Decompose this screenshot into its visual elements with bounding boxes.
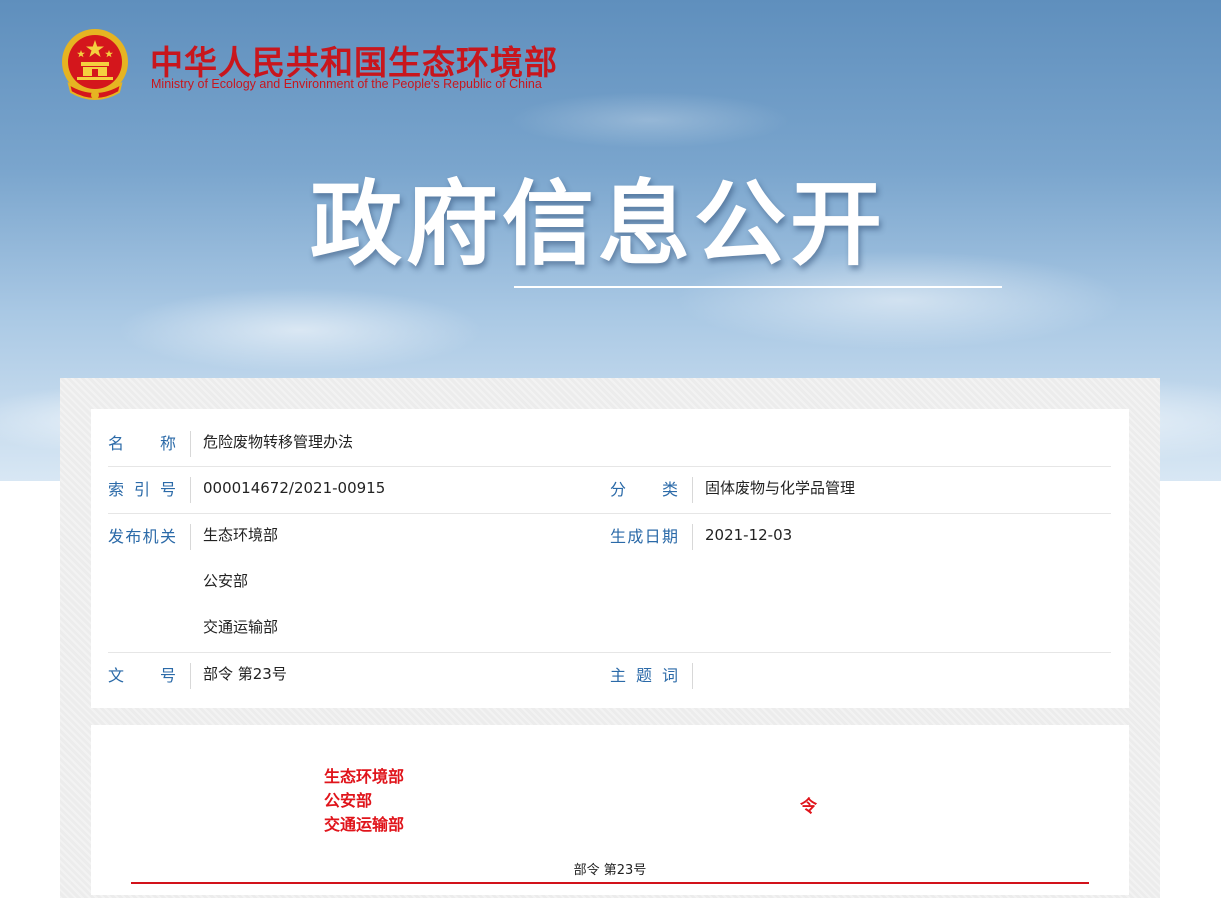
issuer-value-1: 生态环境部	[203, 526, 279, 544]
issuer-value-3: 交通运输部	[203, 618, 279, 636]
issuer-value-2: 公安部	[203, 572, 249, 590]
content-issuer-2: 公安部	[324, 791, 373, 810]
index-label: 索引号	[108, 477, 191, 503]
meta-row-docno: 文 号 部令 第23号 主题词	[108, 653, 1111, 697]
index-value: 000014672/2021-00915	[203, 479, 386, 497]
name-value: 危险废物转移管理办法	[203, 433, 354, 451]
date-value: 2021-12-03	[705, 526, 793, 544]
meta-row-name: 名 称 危险废物转移管理办法	[108, 421, 1111, 467]
meta-row-issuer: 发布机关 生态环境部 公安部 交通运输部 生成日期 2021-12-03	[108, 514, 1111, 653]
docno-value: 部令 第23号	[203, 665, 287, 683]
document-metadata-table: 名 称 危险废物转移管理办法 索引号 000014672/2021-00915 …	[91, 409, 1129, 708]
document-content: 生态环境部 公安部 交通运输部 令 部令 第23号	[91, 725, 1129, 895]
content-issuer-1: 生态环境部	[324, 767, 405, 786]
banner-title: 政府信息公开	[310, 171, 887, 278]
meta-row-index: 索引号 000014672/2021-00915 分 类 固体废物与化学品管理	[108, 467, 1111, 514]
date-label: 生成日期	[610, 524, 693, 550]
national-emblem-icon	[62, 29, 128, 100]
name-label: 名 称	[108, 431, 191, 457]
issuer-label: 发布机关	[108, 524, 191, 550]
category-label: 分 类	[610, 477, 693, 503]
category-value: 固体废物与化学品管理	[705, 479, 856, 497]
subject-label: 主题词	[610, 663, 693, 689]
red-divider	[131, 882, 1089, 884]
banner-divider	[514, 286, 1002, 288]
site-name-en[interactable]: Ministry of Ecology and Environment of t…	[151, 77, 542, 91]
order-number: 部令 第23号	[573, 863, 647, 878]
order-char: 令	[800, 797, 817, 817]
content-issuer-3: 交通运输部	[324, 815, 405, 834]
docno-label: 文 号	[108, 663, 191, 689]
